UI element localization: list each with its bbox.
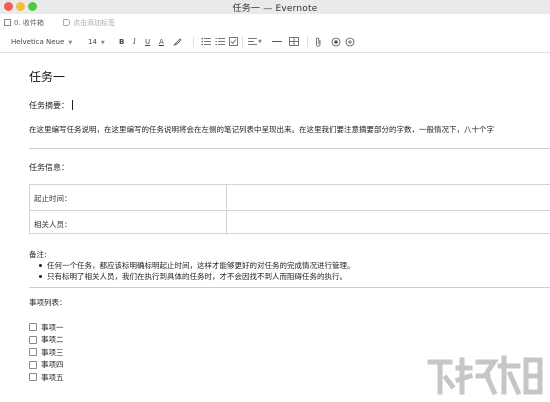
- align-icon[interactable]: [248, 37, 257, 47]
- text-color-button[interactable]: A: [159, 37, 164, 47]
- highlighter-icon[interactable]: [173, 37, 182, 47]
- list-item[interactable]: 只有标明了相关人员，我们在执行到具体的任务时，才不会因找不到人而阻碍任务的执行。: [37, 271, 547, 282]
- checklist-item: 事项一: [29, 321, 64, 334]
- watermark-logo: [427, 355, 543, 396]
- checkbox[interactable]: [29, 348, 37, 357]
- divider-line: [29, 287, 550, 288]
- chevron-down-icon: ▼: [68, 40, 73, 46]
- divider-line: [29, 148, 550, 149]
- font-family-value: Helvetica Neue: [11, 38, 65, 46]
- checkbox-icon[interactable]: [229, 37, 238, 47]
- toolbar-divider: [193, 37, 194, 47]
- bullet-list-icon[interactable]: [201, 37, 211, 47]
- table-row: 相关人员：: [30, 210, 550, 235]
- font-size-select[interactable]: 14 ▼: [88, 37, 105, 47]
- chevron-down-icon: ▼: [100, 40, 105, 46]
- checklist-item-label[interactable]: 事项三: [41, 347, 64, 358]
- table-icon[interactable]: [289, 37, 299, 47]
- title-bar: 任务一 — Evernote: [0, 0, 550, 14]
- items-section-title: 事项列表：: [29, 298, 67, 307]
- checkbox[interactable]: [29, 360, 37, 369]
- chevron-down-icon[interactable]: ▼: [258, 37, 262, 47]
- table-cell-label[interactable]: 相关人员：: [34, 219, 72, 230]
- window-title: 任务一 — Evernote: [232, 4, 318, 14]
- checkbox[interactable]: [29, 373, 37, 382]
- record-icon[interactable]: [331, 37, 341, 47]
- toolbar-divider: [307, 37, 308, 47]
- summary-label: 任务摘要：: [29, 101, 69, 110]
- task-description[interactable]: 在这里编写任务说明，在这里编写的任务说明将会在左侧的笔记列表中呈现出来。在这里我…: [29, 124, 550, 135]
- toolbar-divider: [242, 37, 243, 47]
- horizontal-rule-icon[interactable]: [272, 37, 282, 47]
- checklist-item-label[interactable]: 事项四: [41, 359, 64, 370]
- checklist-item-label[interactable]: 事项五: [41, 372, 64, 383]
- note-meta-bar: 0. 收件箱 点击添加标签: [0, 14, 550, 31]
- list-item[interactable]: 任何一个任务，都应该标明确标明起止时间，这样才能够更好的对任务的完成情况进行管理…: [37, 260, 547, 271]
- note-editor[interactable]: 任务一 任务摘要： 在这里编写任务说明，在这里编写的任务说明将会在左侧的笔记列表…: [0, 53, 550, 402]
- notebook-label: 0. 收件箱: [14, 18, 44, 27]
- checklist-item: 事项四: [29, 359, 64, 372]
- checkbox[interactable]: [29, 323, 37, 332]
- font-family-select[interactable]: Helvetica Neue ▼: [11, 37, 72, 47]
- tag-placeholder: 点击添加标签: [73, 18, 115, 27]
- checklist-item-label[interactable]: 事项二: [41, 334, 64, 345]
- info-section-title: 任务信息：: [29, 163, 69, 172]
- checklist-item: 事项三: [29, 346, 64, 359]
- notebook-icon: [4, 19, 11, 26]
- bold-button[interactable]: B: [119, 37, 124, 47]
- italic-button[interactable]: I: [133, 37, 136, 47]
- info-table: 起止时间： 相关人员：: [29, 184, 550, 235]
- attachment-icon[interactable]: [315, 37, 322, 47]
- notebook-selector[interactable]: 0. 收件箱: [4, 17, 44, 28]
- todo-checklist: 事项一 事项二 事项三 事项四 事项五: [29, 321, 64, 384]
- table-cell-divider: [226, 211, 227, 235]
- summary-line[interactable]: 任务摘要：: [29, 100, 73, 111]
- table-cell-divider: [226, 185, 227, 209]
- checkbox[interactable]: [29, 335, 37, 344]
- tag-input[interactable]: 点击添加标签: [63, 17, 115, 28]
- remarks-label: 备注:: [29, 250, 47, 259]
- font-size-value: 14: [88, 38, 97, 46]
- format-toolbar: Helvetica Neue ▼ 14 ▼ B I U A ▼: [0, 31, 550, 53]
- checklist-item-label[interactable]: 事项一: [41, 322, 64, 333]
- underline-button[interactable]: U: [145, 37, 150, 47]
- note-title[interactable]: 任务一: [29, 68, 65, 85]
- text-cursor: [72, 100, 73, 110]
- checklist-item: 事项五: [29, 371, 64, 384]
- table-cell-label[interactable]: 起止时间：: [34, 193, 72, 204]
- numbered-list-icon[interactable]: [215, 37, 225, 47]
- tag-icon: [63, 19, 70, 26]
- table-row: 起止时间：: [30, 185, 550, 209]
- remarks-list: 任何一个任务，都应该标明确标明起止时间，这样才能够更好的对任务的完成情况进行管理…: [37, 260, 547, 282]
- checklist-item: 事项二: [29, 334, 64, 347]
- more-icon[interactable]: [345, 37, 355, 47]
